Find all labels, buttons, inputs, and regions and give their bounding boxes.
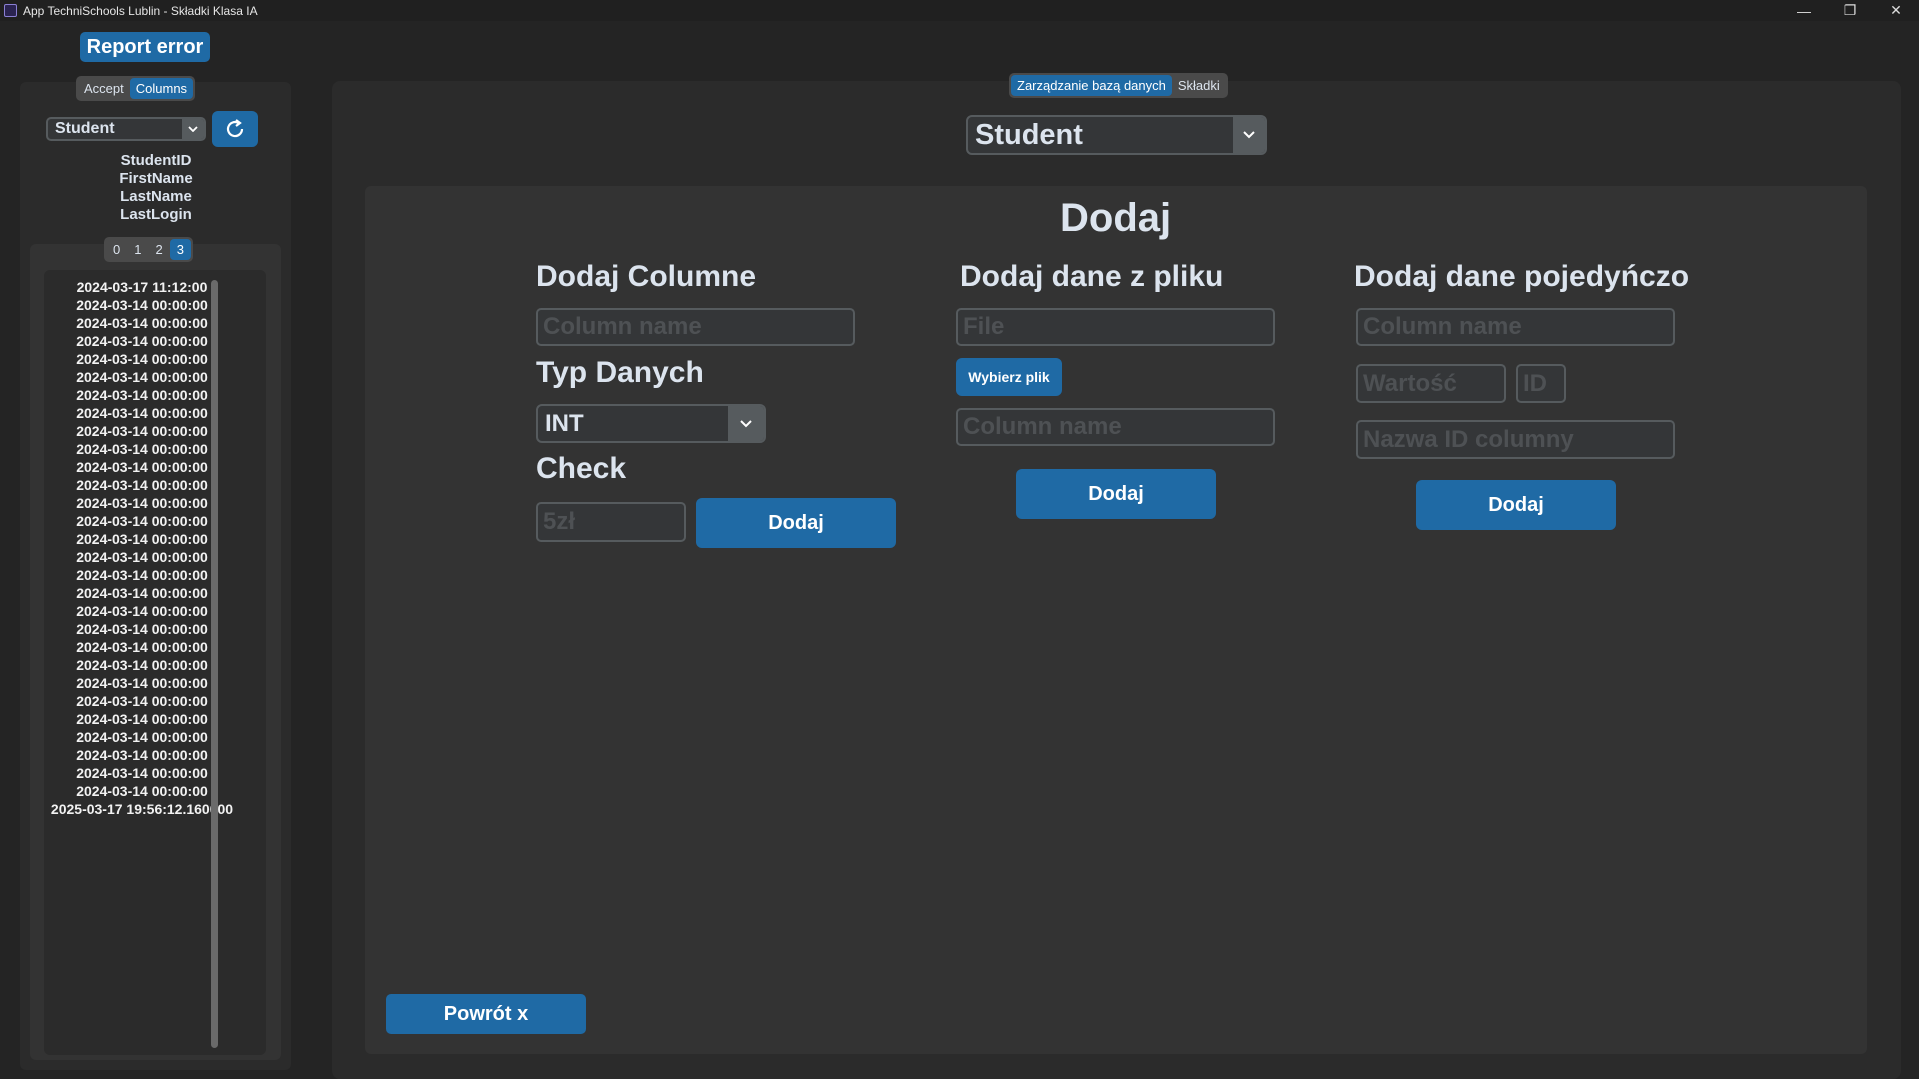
add-from-file-title: Dodaj dane z pliku (960, 260, 1224, 293)
column-names-list: StudentID FirstName LastName LastLogin (80, 152, 232, 224)
maximize-button[interactable]: ❐ (1827, 0, 1873, 21)
chevron-down-icon[interactable] (728, 406, 764, 441)
check-input[interactable]: 5zł (536, 502, 686, 542)
scrollbar[interactable] (211, 280, 218, 1048)
page-tab-2[interactable]: 2 (148, 239, 169, 260)
page-tab-1[interactable]: 1 (127, 239, 148, 260)
chevron-down-icon[interactable] (1233, 117, 1265, 153)
tab-fees[interactable]: Składki (1172, 75, 1226, 96)
file-column-name-input[interactable]: Column name (956, 408, 1275, 446)
page-tab-bar: 0 1 2 3 (104, 237, 193, 262)
data-type-label: Typ Danych (536, 356, 704, 389)
report-error-button[interactable]: Report error (80, 32, 210, 62)
value-placeholder: Wartość (1363, 369, 1457, 397)
tab-columns[interactable]: Columns (129, 78, 194, 99)
data-type-select[interactable]: INT (536, 404, 766, 443)
single-column-name-placeholder: Column name (1363, 313, 1522, 340)
app-icon (4, 4, 17, 17)
tab-database-management[interactable]: Zarządzanie bazą danych (1011, 75, 1172, 96)
left-table-select-value: Student (55, 120, 115, 137)
check-placeholder: 5zł (543, 508, 576, 535)
minimize-button[interactable]: — (1781, 0, 1827, 21)
column-name[interactable]: LastLogin (80, 206, 232, 224)
file-input[interactable]: File (956, 308, 1275, 346)
main-table-select[interactable]: Student (966, 115, 1267, 155)
refresh-icon (226, 119, 244, 138)
main-tab-bar: Zarządzanie bazą danych Składki (1009, 73, 1228, 98)
id-column-name-input[interactable]: Nazwa ID columny (1356, 420, 1675, 459)
window-title: App TechniSchools Lublin - Składki Klasa… (23, 3, 258, 18)
add-heading: Dodaj (1060, 196, 1172, 240)
tab-accept[interactable]: Accept (78, 78, 130, 99)
file-column-name-placeholder: Column name (963, 413, 1122, 440)
values-list: 2024-03-17 11:12:00 2024-03-14 00:00:00 20… (44, 270, 266, 1055)
title-bar: App TechniSchools Lublin - Składki Klasa… (0, 0, 1919, 21)
left-tab-bar: Accept Columns (76, 76, 196, 101)
page-tab-3[interactable]: 3 (169, 239, 191, 260)
id-placeholder: ID (1523, 369, 1547, 397)
add-column-button[interactable]: Dodaj (696, 498, 896, 548)
value-input[interactable]: Wartość (1356, 364, 1506, 403)
column-name[interactable]: LastName (80, 188, 232, 206)
id-input[interactable]: ID (1516, 364, 1566, 403)
single-column-name-input[interactable]: Column name (1356, 308, 1675, 346)
add-single-title: Dodaj dane pojedyńczo (1354, 260, 1690, 293)
main-table-select-value: Student (975, 118, 1083, 151)
column-name-input[interactable]: Column name (536, 308, 855, 346)
add-from-file-button[interactable]: Dodaj (1016, 469, 1216, 519)
column-name-placeholder: Column name (543, 313, 702, 340)
column-name[interactable]: FirstName (80, 170, 232, 188)
id-column-name-placeholder: Nazwa ID columny (1363, 425, 1574, 453)
column-name[interactable]: StudentID (80, 152, 232, 170)
add-column-title: Dodaj Columne (536, 260, 757, 293)
page-tab-0[interactable]: 0 (106, 239, 127, 260)
data-type-value: INT (545, 409, 584, 437)
close-button[interactable]: ✕ (1873, 0, 1919, 21)
refresh-button[interactable] (212, 111, 258, 147)
file-placeholder: File (963, 313, 1005, 340)
add-single-button[interactable]: Dodaj (1416, 480, 1616, 530)
chevron-down-icon[interactable] (182, 119, 204, 139)
left-table-select[interactable]: Student (46, 117, 206, 141)
choose-file-button[interactable]: Wybierz plik (956, 358, 1062, 396)
check-label: Check (536, 452, 627, 485)
back-button[interactable]: Powrót x (386, 994, 586, 1034)
